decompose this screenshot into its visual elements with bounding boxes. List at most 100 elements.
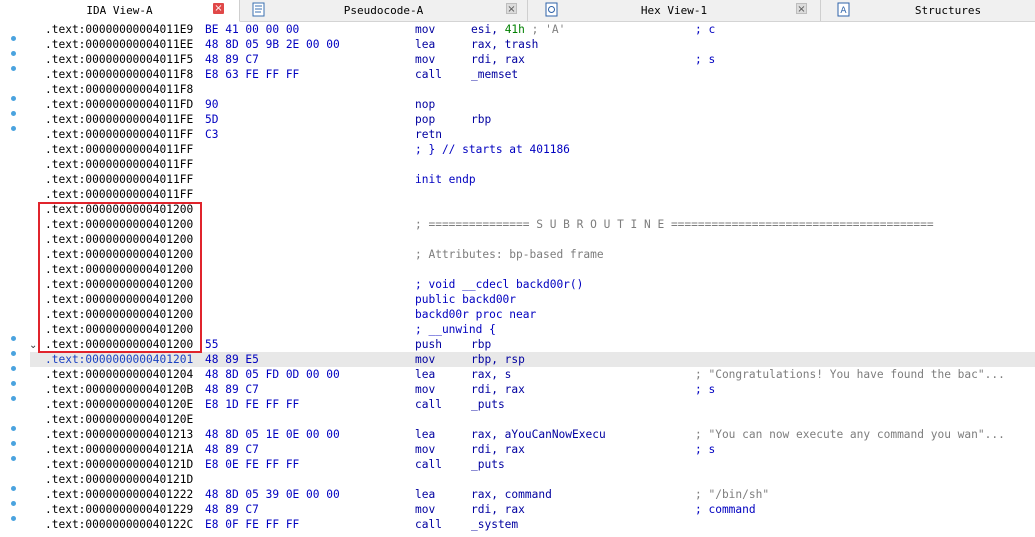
instruction-dot-icon xyxy=(11,51,16,56)
tab-ida-view-a[interactable]: IDA View-A × xyxy=(0,0,240,22)
opcode-bytes: 48 89 C7 xyxy=(205,383,259,396)
listing-line[interactable]: .text:00000000004011FE 5D pop rbp xyxy=(30,112,1035,127)
instruction-dot-icon xyxy=(11,336,16,341)
line-comment: ; "You can now execute any command you w… xyxy=(695,428,1005,441)
listing-line[interactable]: .text:00000000004011F8 E8 63 FE FF FF call… xyxy=(30,67,1035,82)
listing-line[interactable]: .text:00000000004011F5 48 89 C7 mov rdi, ra… xyxy=(30,52,1035,67)
address: .text:0000000000401200 xyxy=(45,248,194,261)
operands: rdi, rax xyxy=(471,442,525,457)
address: .text:0000000000401200 xyxy=(45,323,194,336)
listing-line[interactable]: .text:00000000004011EE 48 8D 05 9B 2E 00 … xyxy=(30,37,1035,52)
operands: _memset xyxy=(471,67,518,82)
address: .text:00000000004011FD xyxy=(45,98,194,111)
address: .text:0000000000401204 xyxy=(45,368,194,381)
opcode-bytes: 48 8D 05 FD 0D 00 00 xyxy=(205,368,340,381)
close-tab-icon[interactable]: × xyxy=(796,3,807,15)
listing-line[interactable]: .text:0000000000401200 ; void __cdecl bac… xyxy=(30,277,1035,292)
instruction-dot-icon xyxy=(11,111,16,116)
listing-line[interactable]: .text:0000000000401200 55 push rbp xyxy=(30,337,1035,352)
mnemonic: mov xyxy=(415,23,436,36)
operands: _puts xyxy=(471,457,505,472)
address: .text:000000000040121D xyxy=(45,473,194,486)
operand-text: rax, aYouCanNowExecu xyxy=(471,428,606,441)
listing-line[interactable]: .text:000000000040120E E8 1D FE FF FF call… xyxy=(30,397,1035,412)
mnemonic: mov xyxy=(415,53,436,66)
breakpoint-gutter[interactable] xyxy=(0,21,30,537)
listing-line[interactable]: .text:000000000040120E xyxy=(30,412,1035,427)
address: .text:00000000004011F5 xyxy=(45,53,194,66)
line-comment: ; "Congratulations! You have found the b… xyxy=(695,368,1005,381)
instruction-dot-icon xyxy=(11,516,16,521)
listing-line[interactable]: .text:000000000040120B 48 89 C7 mov rdi, ra… xyxy=(30,382,1035,397)
address: .text:00000000004011E9 xyxy=(45,23,194,36)
listing-line[interactable]: .text:0000000000401200 xyxy=(30,202,1035,217)
listing-annotation: ; Attributes: bp-based frame xyxy=(415,248,604,261)
listing-line[interactable]: .text:0000000000401200 xyxy=(30,232,1035,247)
operand-text: rbp xyxy=(471,338,492,351)
tab-pseudocode-a[interactable]: Pseudocode-A × xyxy=(240,0,528,21)
tab-label: IDA View-A xyxy=(86,4,153,17)
operand-text: rdi, rax xyxy=(471,53,525,66)
instruction-dot-icon xyxy=(11,126,16,131)
address: .text:000000000040120E xyxy=(45,413,194,426)
listing-line[interactable]: .text:00000000004011FF ; } // starts at 4… xyxy=(30,142,1035,157)
operand-text: _puts xyxy=(471,398,505,411)
listing-annotation: ; } // starts at 401186 xyxy=(415,143,570,156)
immediate-value: 41h xyxy=(504,23,525,36)
opcode-bytes: E8 0F FE FF FF xyxy=(205,518,300,531)
address: .text:00000000004011FF xyxy=(45,158,194,171)
listing-annotation: ; __unwind { xyxy=(415,323,496,336)
mnemonic: lea xyxy=(415,368,436,381)
listing-line[interactable]: .text:00000000004011FF xyxy=(30,187,1035,202)
listing-line[interactable]: .text:00000000004011FF C3 retn xyxy=(30,127,1035,142)
listing-line[interactable]: .text:0000000000401229 48 89 C7 mov rdi, ra… xyxy=(30,502,1035,517)
address: .text:000000000040120B xyxy=(45,383,194,396)
mnemonic: mov xyxy=(415,443,436,456)
instruction-dot-icon xyxy=(11,426,16,431)
address: .text:00000000004011FF xyxy=(45,173,194,186)
listing-line[interactable]: .text:0000000000401222 48 8D 05 39 0E 00 … xyxy=(30,487,1035,502)
listing-line[interactable]: .text:00000000004011FD 90 nop xyxy=(30,97,1035,112)
current-line[interactable]: .text:0000000000401201 48 89 E5 mov rbp, rs… xyxy=(30,352,1035,367)
disassembly-listing[interactable]: .text:00000000004011E9 BE 41 00 00 00 mov e… xyxy=(30,22,1035,532)
listing-line[interactable]: .text:0000000000401200 public backd00r xyxy=(30,292,1035,307)
operands: rax, command xyxy=(471,487,552,502)
listing-line[interactable]: .text:0000000000401200 backd00r proc near xyxy=(30,307,1035,322)
listing-line[interactable]: .text:0000000000401213 48 8D 05 1E 0E 00 … xyxy=(30,427,1035,442)
listing-line[interactable]: .text:000000000040122C E8 0F FE FF FF call… xyxy=(30,517,1035,532)
mnemonic: lea xyxy=(415,488,436,501)
close-tab-icon[interactable]: × xyxy=(506,3,517,15)
listing-line[interactable]: .text:000000000040121D E8 0E FE FF FF call… xyxy=(30,457,1035,472)
listing-line[interactable]: .text:0000000000401204 48 8D 05 FD 0D 00 … xyxy=(30,367,1035,382)
opcode-bytes: 55 xyxy=(205,338,219,351)
address: .text:00000000004011F8 xyxy=(45,83,194,96)
tab-structures[interactable]: A Structures xyxy=(821,0,1035,21)
listing-annotation: ; void __cdecl backd00r() xyxy=(415,278,584,291)
instruction-dot-icon xyxy=(11,486,16,491)
listing-line[interactable]: .text:0000000000401200 ; Attributes: bp-b… xyxy=(30,247,1035,262)
operands: rbp xyxy=(471,337,491,352)
mnemonic: mov xyxy=(415,383,436,396)
listing-line[interactable]: .text:000000000040121A 48 89 C7 mov rdi, ra… xyxy=(30,442,1035,457)
listing-line[interactable]: .text:00000000004011FF xyxy=(30,157,1035,172)
listing-line[interactable]: .text:0000000000401200 ; __unwind { xyxy=(30,322,1035,337)
address: .text:0000000000401200 xyxy=(45,308,194,321)
listing-line[interactable]: .text:00000000004011E9 BE 41 00 00 00 mov e… xyxy=(30,22,1035,37)
listing-line[interactable]: .text:000000000040121D xyxy=(30,472,1035,487)
operand-text: rdi, rax xyxy=(471,443,525,456)
listing-line[interactable]: .text:00000000004011FF init endp xyxy=(30,172,1035,187)
listing-line[interactable]: .text:00000000004011F8 xyxy=(30,82,1035,97)
address: .text:00000000004011FE xyxy=(45,113,194,126)
operand-text: rax, command xyxy=(471,488,552,501)
operand-text: _memset xyxy=(471,68,519,81)
tab-hex-view-1[interactable]: Hex View-1 × xyxy=(528,0,821,21)
listing-line[interactable]: .text:0000000000401200 xyxy=(30,262,1035,277)
line-comment: ; s xyxy=(695,383,716,396)
address: .text:0000000000401213 xyxy=(45,428,194,441)
close-tab-icon[interactable]: × xyxy=(213,3,224,14)
listing-line[interactable]: .text:0000000000401200 ; =============== … xyxy=(30,217,1035,232)
instruction-dot-icon xyxy=(11,396,16,401)
operands: rax, s xyxy=(471,367,511,382)
opcode-bytes: 48 8D 05 1E 0E 00 00 xyxy=(205,428,340,441)
address: .text:0000000000401200 xyxy=(45,338,194,351)
